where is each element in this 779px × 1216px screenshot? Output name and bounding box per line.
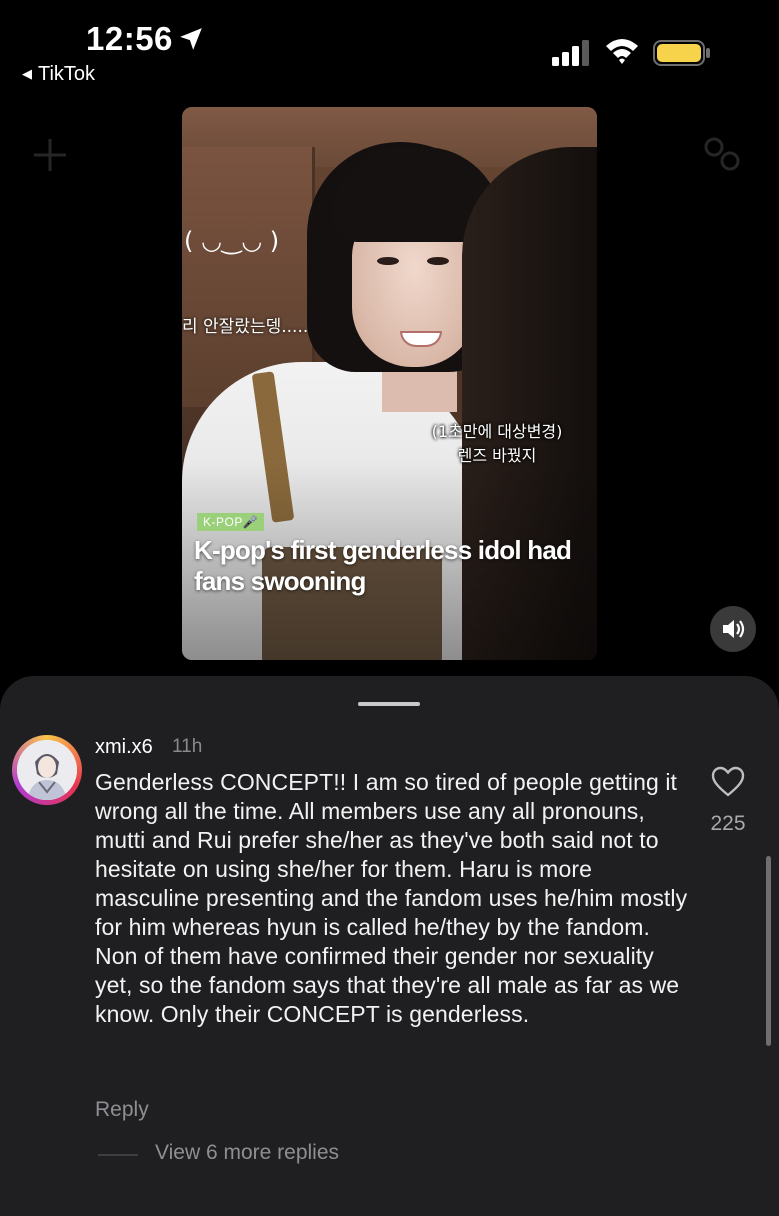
like-count: 225 — [710, 812, 746, 835]
reply-button[interactable]: Reply — [95, 1098, 149, 1122]
kaomoji-caption: ( ◡‿◡ ) — [184, 227, 280, 255]
effects-icon — [704, 137, 740, 171]
speaker-icon — [723, 620, 745, 638]
sheet-drag-handle[interactable] — [358, 702, 420, 706]
wifi-icon — [606, 39, 638, 64]
kpop-tag: K-POP🎤 — [197, 513, 265, 531]
comments-sheet: xmi.x6 11h Genderless CONCEPT!! I am so … — [0, 676, 779, 1216]
battery-icon — [653, 40, 710, 66]
cellular-signal-icon — [552, 40, 589, 66]
view-more-replies-button[interactable]: View 6 more replies — [155, 1141, 339, 1165]
comment-username[interactable]: xmi.x6 — [95, 736, 153, 759]
comment-text: Genderless CONCEPT!! I am so tired of pe… — [95, 769, 688, 1027]
avatar[interactable] — [12, 735, 82, 805]
video-headline: K-pop's first genderless idol had fans s… — [194, 535, 572, 596]
status-time: 12:56 — [86, 20, 173, 57]
status-bar: 12:56 ◀ TikTok — [0, 0, 779, 100]
heart-icon[interactable] — [711, 766, 745, 798]
back-to-app-button[interactable]: ◀ TikTok — [22, 63, 95, 86]
back-triangle-icon: ◀ — [22, 66, 32, 81]
avatar-image — [17, 740, 77, 800]
right-eye — [427, 257, 449, 265]
scrollbar[interactable] — [766, 856, 771, 1046]
comment-timestamp: 11h — [172, 736, 203, 757]
subtitle-line-2: 렌즈 바꿨지 — [457, 446, 537, 465]
video-player[interactable]: ( ◡‿◡ ) 리 안잘랐는뎅..... (1초만에 대상변경) 렌즈 바꿨지 … — [182, 107, 597, 660]
sound-button[interactable] — [710, 606, 756, 652]
replies-divider — [98, 1154, 138, 1156]
korean-subtitle-top: 리 안잘랐는뎅..... — [182, 317, 309, 337]
back-app-label: TikTok — [38, 63, 96, 85]
left-eye — [377, 257, 399, 265]
subtitle-line-1: (1초만에 대상변경) — [431, 422, 563, 441]
location-arrow-icon — [180, 28, 202, 50]
korean-subtitle-bottom: (1초만에 대상변경) 렌즈 바꿨지 — [407, 420, 587, 468]
plus-icon — [34, 139, 66, 171]
avatar-illustration — [17, 740, 77, 800]
